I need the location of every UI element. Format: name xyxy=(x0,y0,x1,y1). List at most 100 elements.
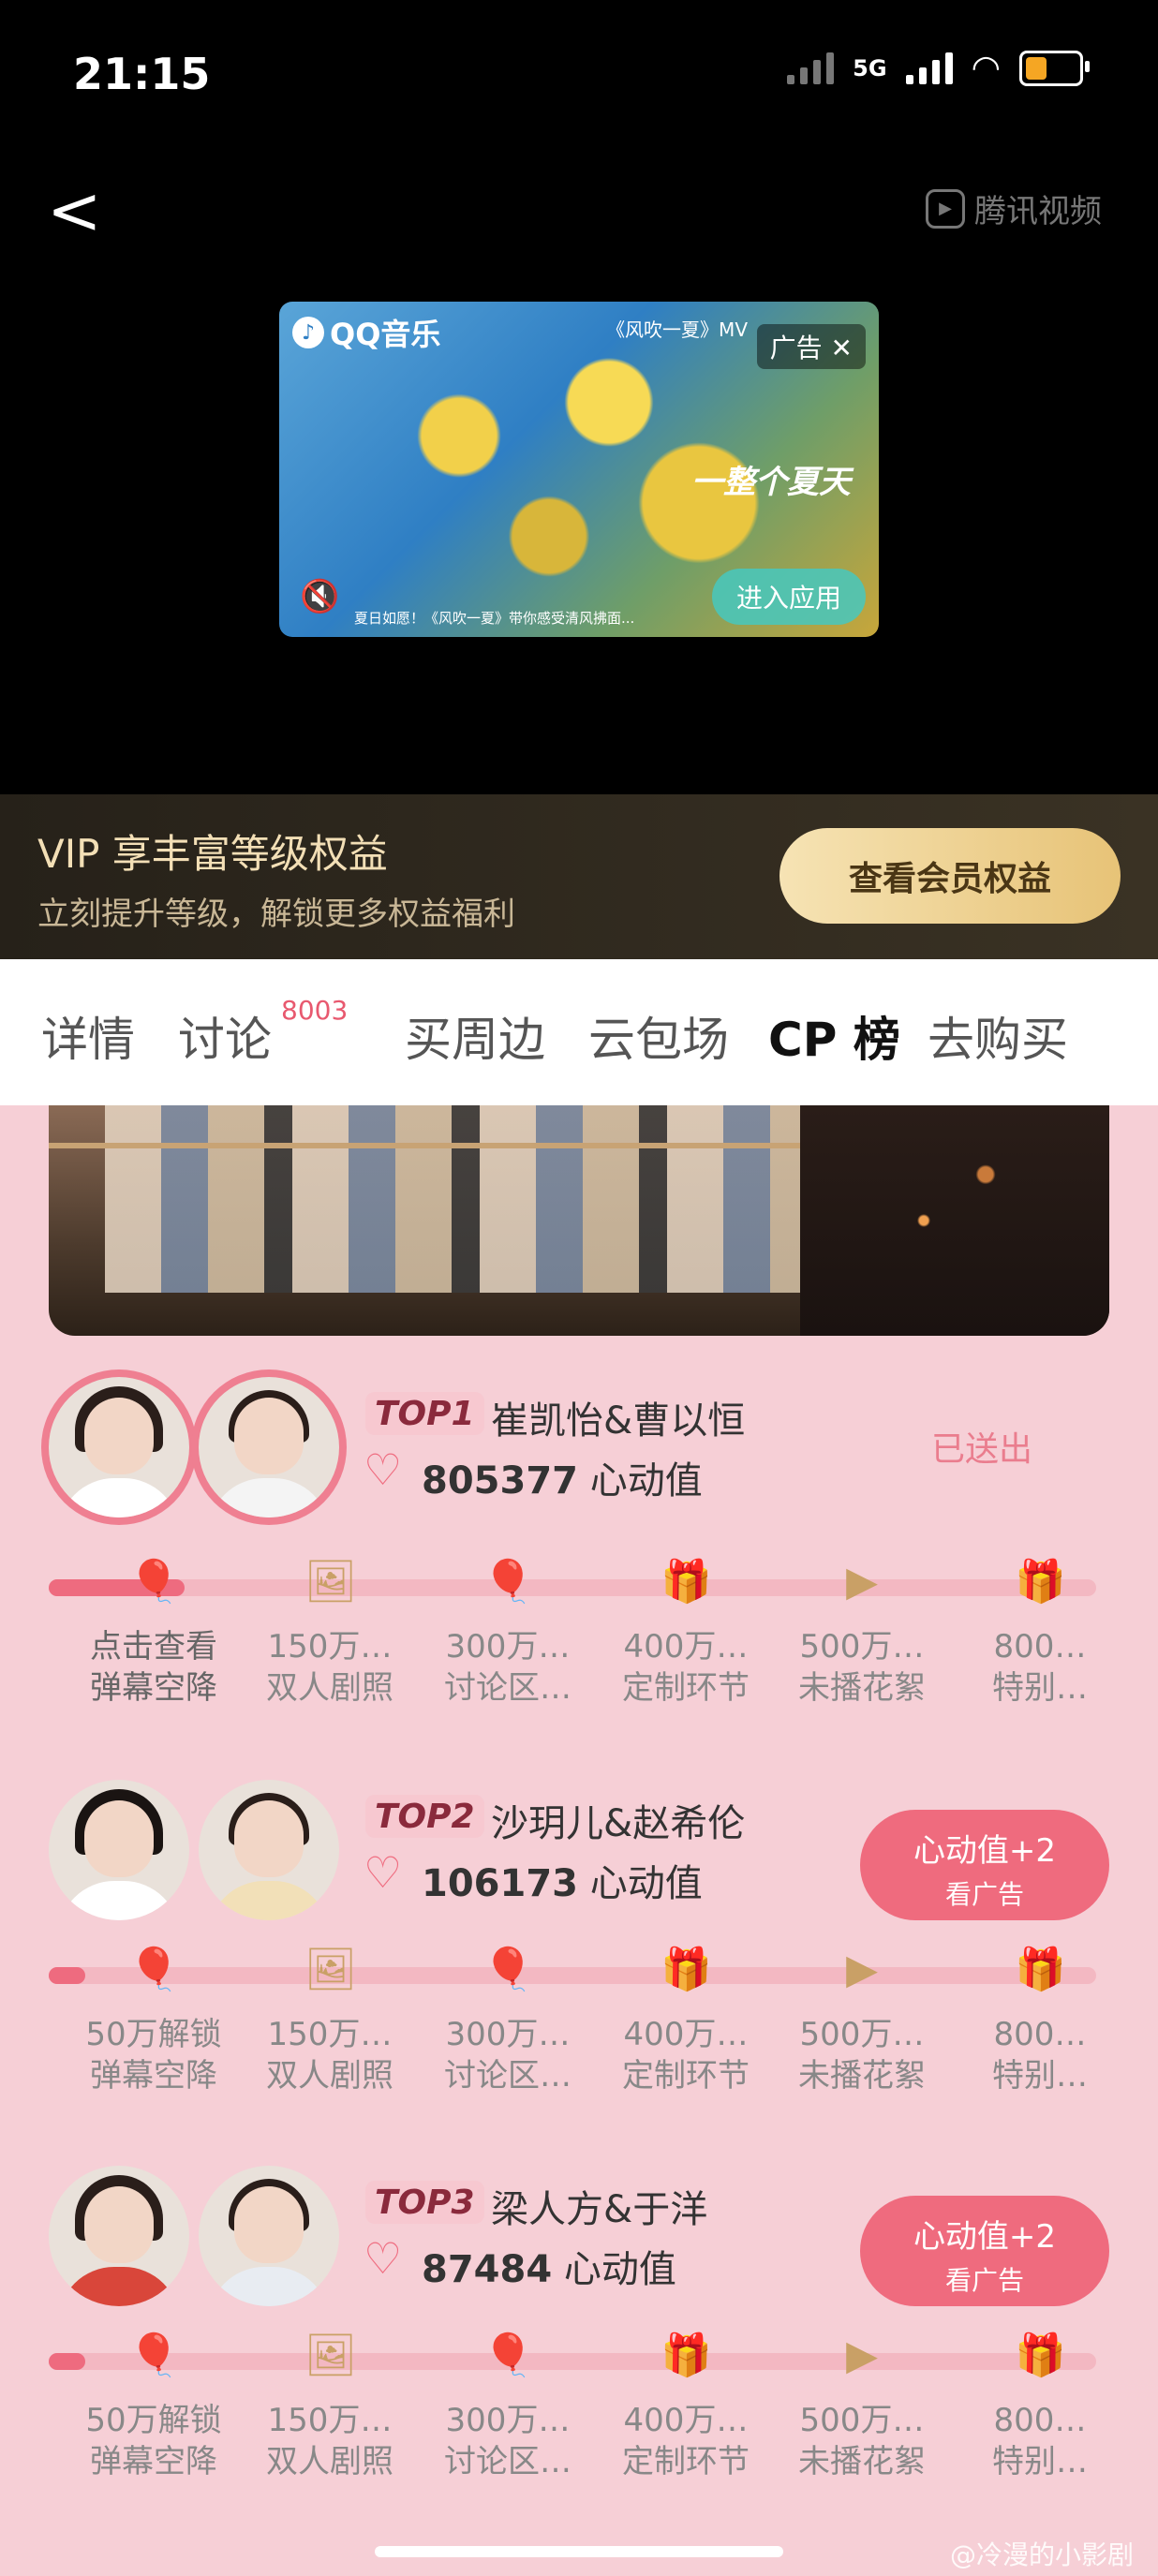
photo-frame-icon[interactable]: 🖼 xyxy=(304,1557,357,1607)
milestone-label: 300万… 讨论区… xyxy=(419,1626,597,1709)
milestone-label: 800… 特别… xyxy=(951,1626,1129,1709)
view-vip-benefits-button[interactable]: 查看会员权益 xyxy=(779,828,1121,924)
avatar-face xyxy=(234,2186,304,2263)
progress-track xyxy=(49,1967,1096,1984)
hot-air-balloon-icon[interactable]: 🎈 xyxy=(482,2331,534,2381)
play-icon[interactable]: ▶ xyxy=(837,1557,887,1607)
progress-track xyxy=(49,1579,1096,1596)
avatar[interactable] xyxy=(49,2166,189,2306)
tab-details[interactable]: 详情 xyxy=(41,1002,135,1070)
milestone-label-line1: 50万解锁 xyxy=(85,2016,222,2053)
milestone-label-line2: 定制环节 xyxy=(622,2443,750,2480)
hot-air-balloon-icon[interactable]: 🎈 xyxy=(482,1557,534,1607)
milestone-label: 800… 特别… xyxy=(951,2014,1129,2096)
score: 805377 心动值 xyxy=(422,1450,703,1504)
cp-names: 崔凯怡&曹以恒 xyxy=(491,1399,746,1443)
milestone-label-line1: 400万… xyxy=(623,1628,749,1666)
milestone-label-line2: 未播花絮 xyxy=(798,1669,926,1707)
mute-icon[interactable]: 🔇 xyxy=(300,578,339,615)
heart-icon: ♡ xyxy=(364,2233,403,2284)
milestone-label-line2: 双人剧照 xyxy=(266,2443,393,2480)
hot-air-balloon-icon[interactable]: 🎈 xyxy=(128,1557,180,1607)
milestone-label-line2: 弹幕空降 xyxy=(90,2443,217,2480)
score-value: 805377 xyxy=(422,1459,578,1503)
milestone-label-line1: 500万… xyxy=(799,2016,925,2053)
avatar[interactable] xyxy=(49,1377,189,1517)
gift-box-icon[interactable]: 🎁 xyxy=(661,2331,712,2381)
ad-caption: 夏日如愿！《风吹一夏》带你感受清风拂面... xyxy=(354,610,635,627)
ad-banner[interactable]: ♪ QQ音乐 《风吹一夏》MV 广告 ✕ 一整个夏天 🔇 进入应用 夏日如愿！《… xyxy=(279,302,879,637)
rank-badge: TOP2 xyxy=(365,1795,484,1838)
avatar[interactable] xyxy=(199,1780,339,1920)
vip-title: VIP 享丰富等级权益 xyxy=(37,831,388,877)
play-icon[interactable]: ▶ xyxy=(837,2331,887,2381)
gift-box-icon[interactable]: 🎁 xyxy=(661,1945,712,1995)
tab-cloud-screening[interactable]: 云包场 xyxy=(588,1002,729,1070)
score-unit: 心动值 xyxy=(589,1459,703,1503)
discussion-count-badge: 8003 xyxy=(281,995,349,1026)
cp-names: 梁人方&于洋 xyxy=(491,2188,708,2231)
network-type: 5G xyxy=(853,54,887,81)
gift-box-icon[interactable]: 🎁 xyxy=(1015,1945,1066,1995)
signal-2-icon xyxy=(905,52,953,84)
hot-air-balloon-icon[interactable]: 🎈 xyxy=(482,1945,534,1995)
score-unit: 心动值 xyxy=(563,2248,676,2291)
back-button[interactable]: < xyxy=(47,178,102,244)
status-time: 21:15 xyxy=(73,49,211,99)
milestone-label-line1: 300万… xyxy=(445,2402,571,2439)
milestone-label-line2: 讨论区… xyxy=(444,2443,572,2480)
milestone-label: 500万… 未播花絮 xyxy=(773,2014,951,2096)
cast-poster xyxy=(49,1105,1109,1336)
milestone-label: 300万… 讨论区… xyxy=(419,2014,597,2096)
watermark: @冷漫的小影剧 xyxy=(949,2539,1134,2570)
milestone-label-line2: 定制环节 xyxy=(622,2057,750,2095)
milestone-label: 400万… 定制环节 xyxy=(597,1626,775,1709)
hot-air-balloon-icon[interactable]: 🎈 xyxy=(128,2331,180,2381)
score-value: 87484 xyxy=(422,2248,553,2291)
photo-frame-icon[interactable]: 🖼 xyxy=(304,2331,357,2381)
photo-frame-icon[interactable]: 🖼 xyxy=(304,1945,357,1995)
score: 106173 心动值 xyxy=(422,1853,703,1907)
milestone-label-line1: 点击查看 xyxy=(90,1628,217,1666)
play-icon[interactable]: ▶ xyxy=(837,1945,887,1995)
avatar-body xyxy=(208,1881,330,1920)
milestone-label-line2: 讨论区… xyxy=(444,2057,572,2095)
boost-watch-ad-button[interactable]: 心动值+2 看广告 xyxy=(860,2196,1109,2306)
milestone-label-line2: 特别… xyxy=(992,2057,1088,2095)
battery-icon xyxy=(1019,50,1090,86)
milestone-label-line2: 未播花絮 xyxy=(798,2443,926,2480)
gift-box-icon[interactable]: 🎁 xyxy=(1015,2331,1066,2381)
milestone-label-line2: 定制环节 xyxy=(622,1669,750,1707)
milestone-label-line2: 讨论区… xyxy=(444,1669,572,1707)
ad-title: 《风吹一夏》MV xyxy=(606,318,748,341)
milestone-label: 50万解锁 弹幕空降 xyxy=(65,2014,243,2096)
avatar-body xyxy=(208,2267,330,2306)
boost-watch-ad-button[interactable]: 心动值+2 看广告 xyxy=(860,1810,1109,1920)
gift-box-icon[interactable]: 🎁 xyxy=(1015,1557,1066,1607)
ad-close-button[interactable]: 广告 ✕ xyxy=(756,324,866,369)
rank-badge: TOP3 xyxy=(365,2181,484,2224)
milestone-label: 400万… 定制环节 xyxy=(597,2014,775,2096)
tab-discussion[interactable]: 讨论 xyxy=(178,1002,272,1070)
milestone-label-line2: 特别… xyxy=(992,2443,1088,2480)
heart-icon: ♡ xyxy=(364,1847,403,1898)
tab-merch[interactable]: 买周边 xyxy=(405,1002,545,1070)
progress-fill xyxy=(49,1967,86,1984)
gift-box-icon[interactable]: 🎁 xyxy=(661,1557,712,1607)
avatar[interactable] xyxy=(199,1377,339,1517)
milestone-label: 300万… 讨论区… xyxy=(419,2400,597,2482)
milestone-label-line2: 双人剧照 xyxy=(266,2057,393,2095)
milestone-label: 点击查看 弹幕空降 xyxy=(65,1626,243,1709)
avatar[interactable] xyxy=(49,1780,189,1920)
tab-cp-ranking[interactable]: CP 榜 xyxy=(768,1002,900,1070)
milestone-label-line2: 弹幕空降 xyxy=(90,1669,217,1707)
milestone-label: 150万… 双人剧照 xyxy=(241,2014,419,2096)
hot-air-balloon-icon[interactable]: 🎈 xyxy=(128,1945,180,1995)
home-indicator[interactable] xyxy=(375,2546,783,2557)
tab-buy[interactable]: 去购买 xyxy=(928,1002,1068,1070)
milestone-label-line2: 双人剧照 xyxy=(266,1669,393,1707)
avatar-face xyxy=(234,1398,304,1474)
avatar[interactable] xyxy=(199,2166,339,2306)
ad-enter-app-button[interactable]: 进入应用 xyxy=(711,569,866,625)
milestone-label-line2: 未播花絮 xyxy=(798,2057,926,2095)
